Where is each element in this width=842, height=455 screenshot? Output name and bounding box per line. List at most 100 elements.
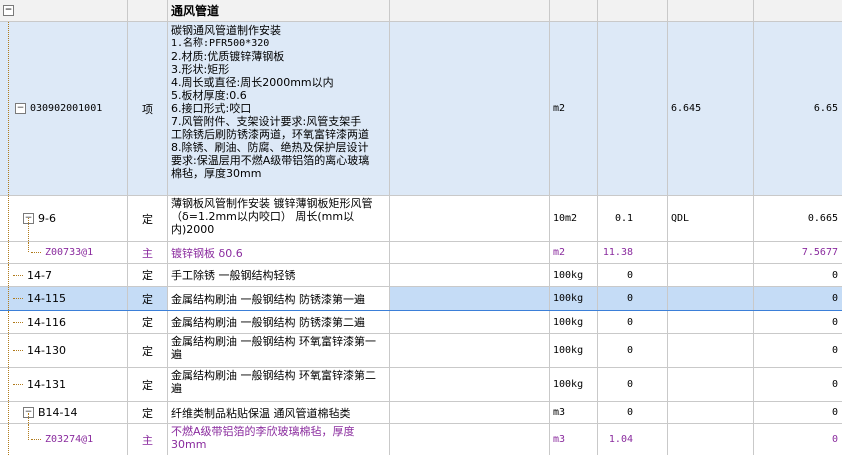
row-spec[interactable] (390, 242, 550, 263)
desc-line: 要求:保温层用不燃A级带铝箔的离心玻璃 (171, 154, 370, 167)
table-row[interactable]: 14-116 定 金属结构刷油 一般钢结构 防锈漆第二遍 100kg 0 0 (0, 311, 842, 334)
code-cell: Z03274@1 (0, 424, 128, 455)
code-cell: 14-7 (0, 264, 128, 286)
header-qty-cell (598, 0, 668, 21)
row-total[interactable]: 0 (754, 311, 842, 333)
table-row[interactable]: 14-131 定 金属结构刷油 一般钢结构 环氧富锌漆第二遍 100kg 0 0 (0, 368, 842, 402)
table-row-selected[interactable]: 14-115 定 金属结构刷油 一般钢结构 防锈漆第一遍 100kg 0 0 (0, 287, 842, 311)
row-expr[interactable] (668, 311, 754, 333)
row-qty[interactable]: 0 (598, 311, 668, 333)
row-qty[interactable]: 0 (598, 334, 668, 367)
row-expr[interactable] (668, 242, 754, 263)
row-total[interactable]: 0 (754, 287, 842, 310)
row-code: 14-7 (27, 268, 52, 282)
row-name[interactable]: 金属结构刷油 一般钢结构 环氧富锌漆第二遍 (168, 368, 390, 401)
item-code: 030902001001 (30, 103, 103, 114)
header-total-cell (754, 0, 842, 21)
row-spec[interactable] (390, 334, 550, 367)
row-spec[interactable] (390, 311, 550, 333)
header-type-cell (128, 0, 168, 21)
row-name[interactable]: 金属结构刷油 一般钢结构 防锈漆第一遍 (168, 287, 390, 310)
row-total[interactable]: 0 (754, 424, 842, 455)
row-spec[interactable] (390, 368, 550, 401)
row-unit[interactable]: 100kg (550, 311, 598, 333)
row-expr[interactable]: QDL (668, 196, 754, 241)
header-code-cell: − (0, 0, 128, 21)
row-unit[interactable]: 10m2 (550, 196, 598, 241)
row-expr[interactable] (668, 424, 754, 455)
row-type: 定 (128, 402, 168, 423)
row-total[interactable]: 7.5677 (754, 242, 842, 263)
table-row[interactable]: Z00733@1 主 镀锌钢板 δ0.6 m2 11.38 7.5677 (0, 242, 842, 264)
row-expr[interactable] (668, 368, 754, 401)
code-cell: − 9-6 (0, 196, 128, 241)
row-name[interactable]: 手工除锈 一般钢结构轻锈 (168, 264, 390, 286)
row-spec[interactable] (390, 287, 550, 310)
row-type: 定 (128, 368, 168, 401)
desc-line: 8.除锈、刷油、防腐、绝热及保护层设计 (171, 141, 369, 154)
row-code: Z03274@1 (45, 434, 94, 445)
item-spec-cell[interactable] (390, 22, 550, 195)
desc-line: 7.风管附件、支架设计要求:风管支架手 (171, 115, 362, 128)
row-unit[interactable]: 100kg (550, 287, 598, 310)
section-header-row[interactable]: − 通风管道 (0, 0, 842, 22)
desc-line: 棉毡，厚度30mm (171, 167, 262, 180)
code-cell: Z00733@1 (0, 242, 128, 263)
row-unit[interactable]: m2 (550, 242, 598, 263)
row-qty[interactable]: 11.38 (598, 242, 668, 263)
item-qty-cell[interactable] (598, 22, 668, 195)
row-total[interactable]: 0 (754, 264, 842, 286)
section-title: 通风管道 (168, 0, 390, 21)
row-spec[interactable] (390, 264, 550, 286)
header-expr-cell (668, 0, 754, 21)
row-name[interactable]: 金属结构刷油 一般钢结构 防锈漆第二遍 (168, 311, 390, 333)
table-row[interactable]: Z03274@1 主 不燃A级带铝箔的李欣玻璃棉毡，厚度30mm m3 1.04… (0, 424, 842, 455)
row-spec[interactable] (390, 196, 550, 241)
row-name[interactable]: 薄钢板风管制作安装 镀锌薄钢板矩形风管（δ=1.2mm以内咬口） 周长(mm以内… (168, 196, 390, 241)
row-qty[interactable]: 0.1 (598, 196, 668, 241)
item-description[interactable]: 碳钢通风管道制作安装 1.名称:PFR500*320 2.材质:优质镀锌薄钢板 … (168, 22, 390, 195)
desc-line: 工除锈后刷防锈漆两道，环氧富锌漆两道 (171, 128, 369, 141)
table-row[interactable]: − 9-6 定 薄钢板风管制作安装 镀锌薄钢板矩形风管（δ=1.2mm以内咬口）… (0, 196, 842, 242)
row-unit[interactable]: 100kg (550, 264, 598, 286)
row-name[interactable]: 金属结构刷油 一般钢结构 环氧富锌漆第一遍 (168, 334, 390, 367)
row-name[interactable]: 不燃A级带铝箔的李欣玻璃棉毡，厚度30mm (168, 424, 390, 455)
table-row[interactable]: 14-130 定 金属结构刷油 一般钢结构 环氧富锌漆第一遍 100kg 0 0 (0, 334, 842, 368)
row-qty[interactable]: 0 (598, 287, 668, 310)
row-qty[interactable]: 1.04 (598, 424, 668, 455)
row-unit[interactable]: 100kg (550, 368, 598, 401)
desc-line: 碳钢通风管道制作安装 (171, 24, 281, 37)
collapse-toggle-icon[interactable]: − (15, 103, 26, 114)
row-expr[interactable] (668, 402, 754, 423)
row-expr[interactable] (668, 287, 754, 310)
row-expr[interactable] (668, 334, 754, 367)
item-type: 项 (128, 22, 168, 195)
item-total[interactable]: 6.65 (754, 22, 842, 195)
row-name[interactable]: 镀锌钢板 δ0.6 (168, 242, 390, 263)
row-qty[interactable]: 0 (598, 368, 668, 401)
item-quantity-expression[interactable]: 6.645 (668, 22, 754, 195)
table-row[interactable]: − B14-14 定 纤维类制品粘贴保温 通风管道棉毡类 m3 0 0 (0, 402, 842, 424)
row-unit[interactable]: 100kg (550, 334, 598, 367)
collapse-toggle-icon[interactable]: − (3, 5, 14, 16)
code-cell: 14-131 (0, 368, 128, 401)
row-total[interactable]: 0 (754, 334, 842, 367)
row-spec[interactable] (390, 424, 550, 455)
row-unit[interactable]: m3 (550, 402, 598, 423)
row-qty[interactable]: 0 (598, 264, 668, 286)
row-total[interactable]: 0 (754, 368, 842, 401)
row-total[interactable]: 0.665 (754, 196, 842, 241)
item-unit[interactable]: m2 (550, 22, 598, 195)
bill-item-row[interactable]: − 030902001001 项 碳钢通风管道制作安装 1.名称:PFR500*… (0, 22, 842, 196)
row-name[interactable]: 纤维类制品粘贴保温 通风管道棉毡类 (168, 402, 390, 423)
row-expr[interactable] (668, 264, 754, 286)
row-code: Z00733@1 (45, 247, 94, 258)
row-type: 主 (128, 424, 168, 455)
table-row[interactable]: 14-7 定 手工除锈 一般钢结构轻锈 100kg 0 0 (0, 264, 842, 287)
code-cell: − B14-14 (0, 402, 128, 423)
row-total[interactable]: 0 (754, 402, 842, 423)
row-unit[interactable]: m3 (550, 424, 598, 455)
row-qty[interactable]: 0 (598, 402, 668, 423)
row-spec[interactable] (390, 402, 550, 423)
code-cell: 14-130 (0, 334, 128, 367)
